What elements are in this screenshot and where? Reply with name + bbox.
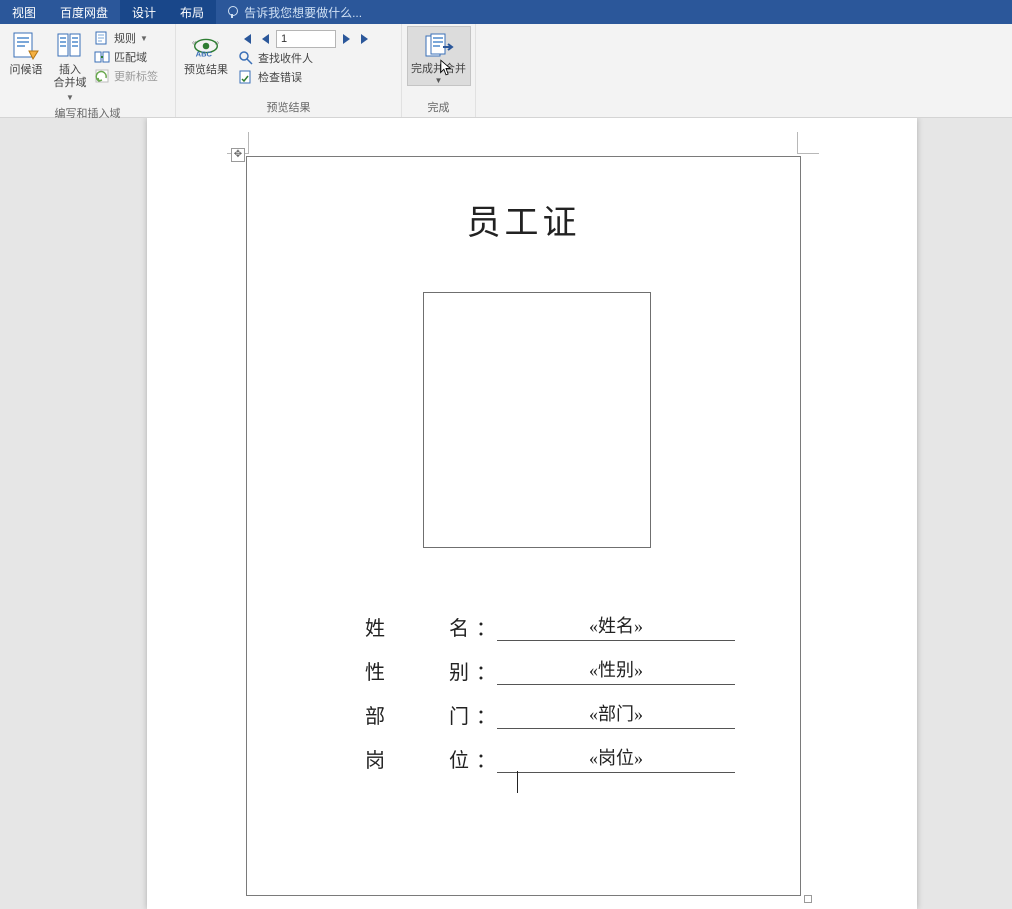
rules-button[interactable]: 规则 ▼ (94, 30, 158, 46)
chevron-down-icon: ▼ (66, 91, 74, 104)
title-tabs: 视图 百度网盘 设计 布局 告诉我您想要做什么... (0, 0, 1012, 24)
field-key: 性 (365, 656, 385, 685)
group-finish: 完成并合并 ▼ 完成 (402, 24, 476, 117)
card-fields: 姓名 ： «姓名» 性别 ： «性别» 部门 ： «部门» 岗位 ： « (365, 597, 735, 773)
field-row-name: 姓 名 ： «姓名» (365, 597, 735, 641)
finish-merge-label: 完成并合并 (411, 63, 466, 76)
record-navigator (236, 26, 376, 48)
svg-text:ABC: ABC (196, 49, 213, 58)
check-errors-label: 检查错误 (258, 69, 302, 85)
record-number-input[interactable] (276, 30, 336, 48)
preview-results-label: 预览结果 (184, 64, 228, 77)
tab-design[interactable]: 设计 (120, 0, 168, 24)
tab-baidu[interactable]: 百度网盘 (48, 0, 120, 24)
colon: ： (475, 656, 497, 685)
find-recipient-label: 查找收件人 (258, 50, 313, 66)
update-labels-button[interactable]: 更新标签 (94, 68, 158, 84)
field-row-dept: 部 门 ： «部门» (365, 685, 735, 729)
check-errors-icon (238, 69, 254, 85)
check-errors-button[interactable]: 检查错误 (238, 69, 372, 85)
search-icon (238, 50, 254, 66)
insert-merge-field-label: 插入 合并域 (54, 64, 87, 90)
insert-merge-field-button[interactable]: 插入 合并域 ▼ (48, 26, 92, 104)
finish-merge-button[interactable]: 完成并合并 ▼ (407, 26, 471, 86)
lightbulb-icon (226, 6, 238, 18)
colon: ： (475, 700, 497, 729)
table-resize-handle[interactable] (804, 895, 812, 903)
merge-field-post[interactable]: «岗位» (497, 744, 735, 773)
page[interactable]: ✥ 员工证 姓 名 ： «姓名» 性 别 ： «性别» 部 门 ： «部门» (147, 118, 917, 909)
preview-results-icon: « » ABC (190, 30, 222, 62)
ribbon: 问候语 插入 合并域 ▼ (0, 24, 1012, 118)
employee-card[interactable]: 员工证 姓 名 ： «姓名» 性 别 ： «性别» 部 门 ： «部门» (246, 156, 801, 896)
group-preview-results: « » ABC 预览结果 (176, 24, 402, 117)
card-title: 员工证 (247, 195, 800, 244)
greeting-line-button[interactable]: 问候语 (4, 26, 48, 77)
merge-field-name[interactable]: «姓名» (497, 612, 735, 641)
text-caret (517, 771, 518, 793)
field-key: 位 (449, 744, 469, 773)
finish-merge-icon (423, 31, 455, 63)
table-anchor-handle[interactable]: ✥ (231, 148, 245, 162)
tab-view[interactable]: 视图 (0, 0, 48, 24)
rules-label: 规则 (114, 30, 136, 46)
rules-icon (94, 30, 110, 46)
field-row-post: 岗 位 ： «岗位» (365, 729, 735, 773)
match-fields-button[interactable]: 匹配域 (94, 49, 158, 65)
next-record-button[interactable] (340, 31, 354, 47)
merge-field-gender[interactable]: «性别» (497, 656, 735, 685)
tab-layout[interactable]: 布局 (168, 0, 216, 24)
find-recipient-button[interactable]: 查找收件人 (238, 50, 372, 66)
greeting-icon (10, 30, 42, 62)
group-finish-label: 完成 (406, 98, 471, 117)
prev-record-button[interactable] (258, 31, 272, 47)
document-workspace[interactable]: ✥ 员工证 姓 名 ： «姓名» 性 别 ： «性别» 部 门 ： «部门» (0, 118, 1012, 909)
match-fields-label: 匹配域 (114, 49, 147, 65)
group-write-insert: 问候语 插入 合并域 ▼ (0, 24, 176, 117)
field-key: 姓 (365, 612, 385, 641)
insert-merge-field-icon (54, 30, 86, 62)
photo-placeholder[interactable] (423, 292, 651, 548)
tell-me-placeholder: 告诉我您想要做什么... (244, 4, 362, 21)
chevron-down-icon: ▼ (140, 34, 148, 43)
field-key: 别 (449, 656, 469, 685)
field-key: 门 (449, 700, 469, 729)
tell-me-search[interactable]: 告诉我您想要做什么... (216, 0, 1012, 24)
field-key: 岗 (365, 744, 385, 773)
colon: ： (475, 612, 497, 641)
last-record-button[interactable] (358, 31, 372, 47)
field-row-gender: 性 别 ： «性别» (365, 641, 735, 685)
write-small-commands: 规则 ▼ 匹配域 更新标签 (92, 26, 162, 84)
update-labels-label: 更新标签 (114, 68, 158, 84)
group-preview-label: 预览结果 (180, 98, 397, 117)
update-labels-icon (94, 68, 110, 84)
chevron-down-icon: ▼ (435, 76, 443, 85)
match-fields-icon (94, 49, 110, 65)
colon: ： (475, 744, 497, 773)
first-record-button[interactable] (240, 31, 254, 47)
field-key: 部 (365, 700, 385, 729)
greeting-label: 问候语 (10, 64, 43, 77)
preview-results-button[interactable]: « » ABC 预览结果 (180, 26, 232, 77)
merge-field-dept[interactable]: «部门» (497, 700, 735, 729)
field-key: 名 (449, 612, 469, 641)
margin-corner-tr (797, 132, 819, 154)
